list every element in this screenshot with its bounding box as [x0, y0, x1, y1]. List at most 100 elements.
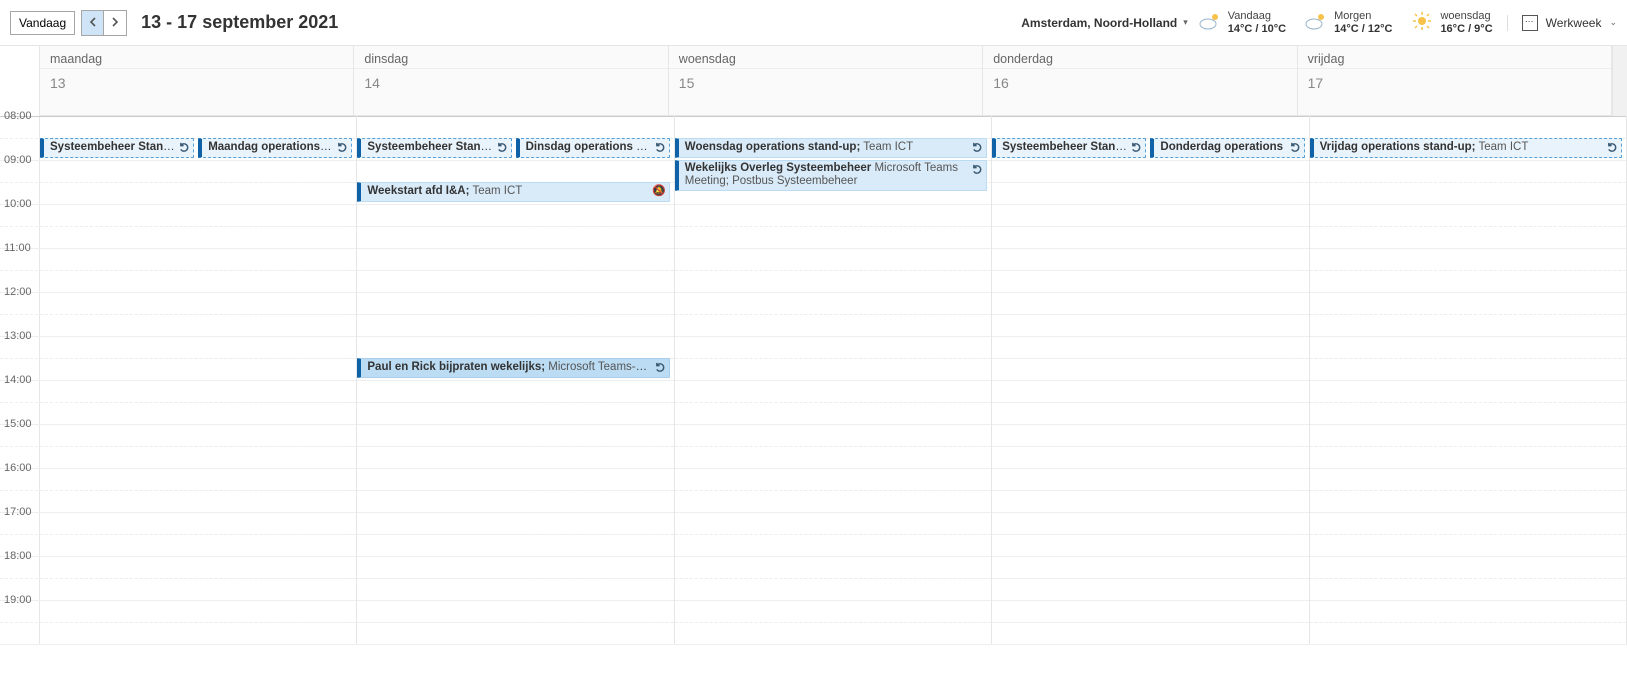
half-hour-line — [40, 534, 356, 535]
day-number: 13 — [40, 68, 353, 115]
calendar-event[interactable]: Paul en Rick bijpraten wekelijks; Micros… — [357, 358, 669, 378]
half-hour-line — [1310, 226, 1626, 227]
hour-line — [992, 556, 1308, 557]
weather-item[interactable]: Morgen 14°C / 12°C — [1304, 10, 1392, 35]
half-hour-line — [357, 270, 673, 271]
hour-line — [675, 424, 991, 425]
hour-line — [675, 116, 991, 117]
hour-line — [40, 116, 356, 117]
hour-line — [357, 380, 673, 381]
hour-label: 16:00 — [0, 462, 40, 474]
hour-line — [1310, 556, 1626, 557]
half-hour-line — [1310, 182, 1626, 183]
calendar-event[interactable]: Maandag operations st — [198, 138, 352, 158]
hour-line — [992, 380, 1308, 381]
hour-label: 15:00 — [0, 418, 40, 430]
half-hour-line — [1310, 622, 1626, 623]
half-hour-line — [992, 314, 1308, 315]
calendar-event[interactable]: Weekstart afd I&A; Team ICT🔕 — [357, 182, 669, 202]
day-header[interactable]: woensdag 15 — [669, 46, 983, 116]
hour-line — [40, 204, 356, 205]
half-hour-line — [40, 446, 356, 447]
recurring-icon — [972, 142, 983, 157]
hour-label: 09:00 — [0, 154, 40, 166]
day-number: 14 — [354, 68, 667, 115]
half-hour-line — [40, 358, 356, 359]
hour-line — [40, 644, 356, 645]
hour-line — [357, 424, 673, 425]
hour-line — [1310, 248, 1626, 249]
hour-line — [40, 512, 356, 513]
hour-label: 13:00 — [0, 330, 40, 342]
weather-temp: 16°C / 9°C — [1440, 23, 1492, 36]
day-header[interactable]: vrijdag 17 — [1298, 46, 1612, 116]
day-header[interactable]: maandag 13 — [40, 46, 354, 116]
half-hour-line — [40, 270, 356, 271]
day-column-mon[interactable]: Systeembeheer StandUMaandag operations s… — [40, 116, 357, 644]
weather-location-picker[interactable]: Amsterdam, Noord-Holland ▾ — [1021, 16, 1188, 30]
weather-day: Morgen — [1334, 10, 1392, 23]
calendar-event[interactable]: Donderdag operations — [1150, 138, 1304, 158]
half-hour-line — [675, 270, 991, 271]
half-hour-line — [1310, 578, 1626, 579]
hour-line — [1310, 292, 1626, 293]
hour-line — [1310, 116, 1626, 117]
calendar-event[interactable]: Systeembeheer StandU — [357, 138, 511, 158]
hour-line — [1310, 424, 1626, 425]
calendar-event[interactable]: Wekelijks Overleg Systeembeheer Microsof… — [675, 160, 987, 191]
sun-icon — [1410, 11, 1434, 34]
hour-line — [1310, 380, 1626, 381]
location-label: Amsterdam, Noord-Holland — [1021, 16, 1177, 30]
day-column-fri[interactable]: Vrijdag operations stand-up; Team ICT — [1310, 116, 1627, 644]
chevron-right-icon — [111, 15, 119, 30]
private-icon: 🔕 — [652, 185, 666, 199]
half-hour-line — [992, 534, 1308, 535]
calendar-event[interactable]: Systeembeheer StandU — [992, 138, 1146, 158]
hour-line — [675, 292, 991, 293]
today-button[interactable]: Vandaag — [10, 11, 75, 35]
hour-line — [1310, 336, 1626, 337]
weather-item[interactable]: woensdag 16°C / 9°C — [1410, 10, 1492, 35]
recurring-icon — [497, 142, 508, 157]
recurring-icon — [1290, 142, 1301, 157]
day-header[interactable]: donderdag 16 — [983, 46, 1297, 116]
cloud-sun-icon — [1198, 11, 1222, 34]
hour-line — [675, 204, 991, 205]
weather-item[interactable]: Vandaag 14°C / 10°C — [1198, 10, 1286, 35]
next-week-button[interactable] — [104, 11, 126, 35]
prev-week-button[interactable] — [82, 11, 104, 35]
half-hour-line — [357, 446, 673, 447]
hour-line — [357, 644, 673, 645]
half-hour-line — [675, 490, 991, 491]
chevron-down-icon: ⌄ — [1609, 17, 1617, 28]
view-picker[interactable]: Werkweek ⌄ — [1507, 15, 1617, 31]
hour-line — [357, 556, 673, 557]
recurring-icon — [655, 362, 666, 377]
calendar-toolbar: Vandaag 13 - 17 september 2021 Amsterdam… — [0, 0, 1627, 46]
day-column-thu[interactable]: Systeembeheer StandUDonderdag operations — [992, 116, 1309, 644]
day-column-tue[interactable]: Systeembeheer StandUDinsdag operations s… — [357, 116, 674, 644]
hour-line — [40, 424, 356, 425]
half-hour-line — [992, 182, 1308, 183]
day-column-wed[interactable]: Woensdag operations stand-up; Team ICTWe… — [675, 116, 992, 644]
scroll-stub — [1612, 46, 1627, 116]
recurring-icon — [655, 142, 666, 157]
recurring-icon — [337, 142, 348, 157]
hour-line — [40, 556, 356, 557]
half-hour-line — [40, 622, 356, 623]
calendar-event[interactable]: Woensdag operations stand-up; Team ICT — [675, 138, 987, 158]
hour-line — [675, 336, 991, 337]
half-hour-line — [675, 446, 991, 447]
half-hour-line — [675, 534, 991, 535]
half-hour-line — [1310, 490, 1626, 491]
calendar-event[interactable]: Systeembeheer StandU — [40, 138, 194, 158]
day-header[interactable]: dinsdag 14 — [354, 46, 668, 116]
weather-day: woensdag — [1440, 10, 1492, 23]
hour-line — [357, 468, 673, 469]
calendar-grid[interactable]: 08:0009:0010:0011:0012:0013:0014:0015:00… — [0, 116, 1627, 644]
day-name: maandag — [40, 46, 353, 68]
calendar-event[interactable]: Vrijdag operations stand-up; Team ICT — [1310, 138, 1622, 158]
half-hour-line — [675, 358, 991, 359]
hour-line — [675, 468, 991, 469]
calendar-event[interactable]: Dinsdag operations sta — [516, 138, 670, 158]
